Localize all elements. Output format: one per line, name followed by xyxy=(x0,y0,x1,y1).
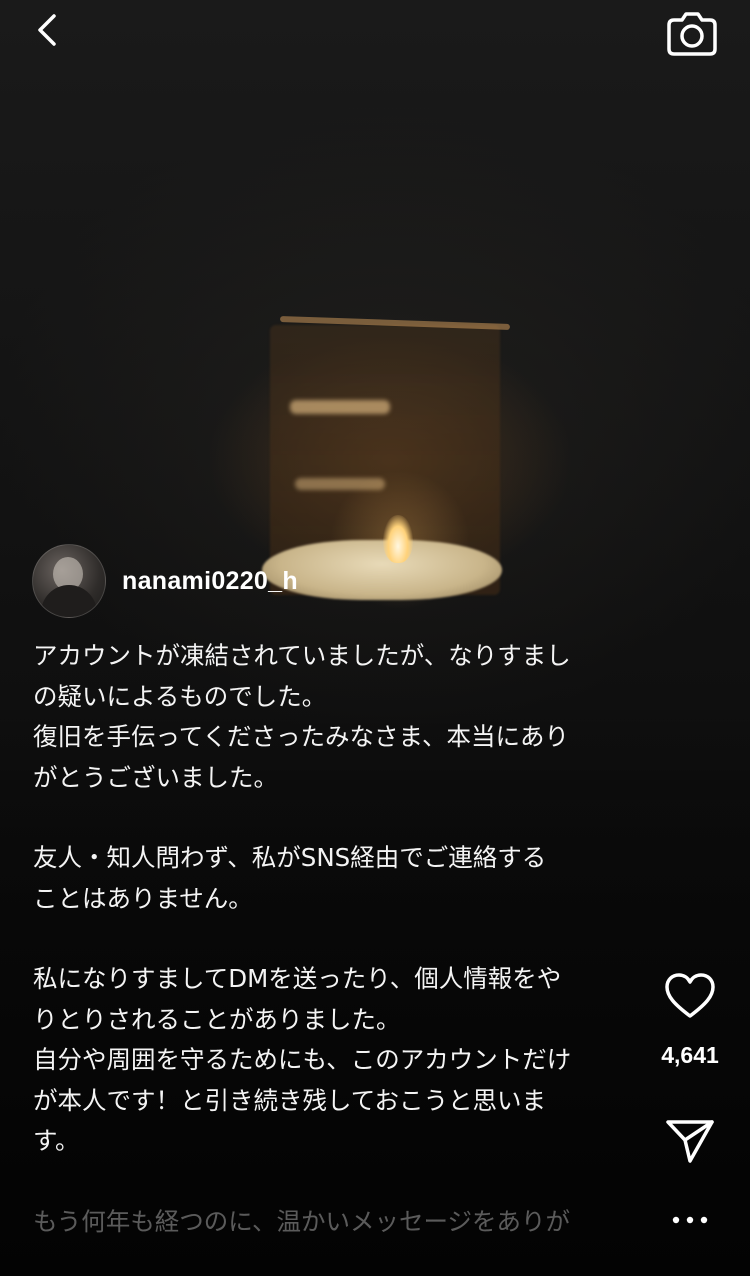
caption-line: ことはありません。 xyxy=(33,883,253,913)
caption-line: 私になりすましてDMを送ったり、個人情報をや xyxy=(33,964,562,993)
caption-line: アカウントが凍結されていましたが、なりすまし xyxy=(33,641,571,670)
more-button[interactable] xyxy=(666,1206,714,1234)
like-count[interactable]: 4,641 xyxy=(640,1042,740,1069)
caption-gap xyxy=(33,798,618,838)
heart-outline-icon xyxy=(665,973,715,1018)
caption-line: が本人です！と引き続き残しておこうと思いま xyxy=(33,1085,547,1115)
post-header: nanami0220_h xyxy=(32,544,298,618)
camera-button[interactable] xyxy=(664,8,720,58)
caption-line: 復旧を手伝ってくださったみなさま、本当にあり xyxy=(33,722,570,751)
glass-highlight xyxy=(290,400,390,414)
username[interactable]: nanami0220_h xyxy=(122,567,298,596)
candle-wax xyxy=(262,540,502,600)
caption-line: がとうございました。 xyxy=(33,762,278,792)
caption-line: す。 xyxy=(33,1126,80,1155)
candle-flame xyxy=(383,515,413,563)
share-button[interactable] xyxy=(664,1116,716,1166)
camera-icon xyxy=(667,12,717,56)
avatar[interactable] xyxy=(32,544,106,618)
back-button[interactable] xyxy=(28,8,72,52)
caption-line: の疑いによるものでした。 xyxy=(33,681,327,711)
chevron-left-icon xyxy=(38,14,56,46)
caption-line-faded: もう何年も経つのに、温かいメッセージをありが xyxy=(33,1206,571,1236)
caption-gap xyxy=(33,919,618,959)
caption-line: 友人・知人問わず、私がSNS経由でご連絡する xyxy=(33,843,547,872)
like-button[interactable] xyxy=(662,968,718,1024)
caption-line: りとりされることがありました。 xyxy=(33,1004,401,1034)
caption-gap xyxy=(33,1162,618,1202)
paper-plane-icon xyxy=(666,1120,714,1163)
ellipsis-icon xyxy=(672,1216,708,1224)
caption-line: 自分や周囲を守るためにも、このアカウントだけ xyxy=(33,1045,572,1074)
caption: アカウントが凍結されていましたが、なりすまし の疑いによるものでした。 復旧を手… xyxy=(33,636,618,1242)
